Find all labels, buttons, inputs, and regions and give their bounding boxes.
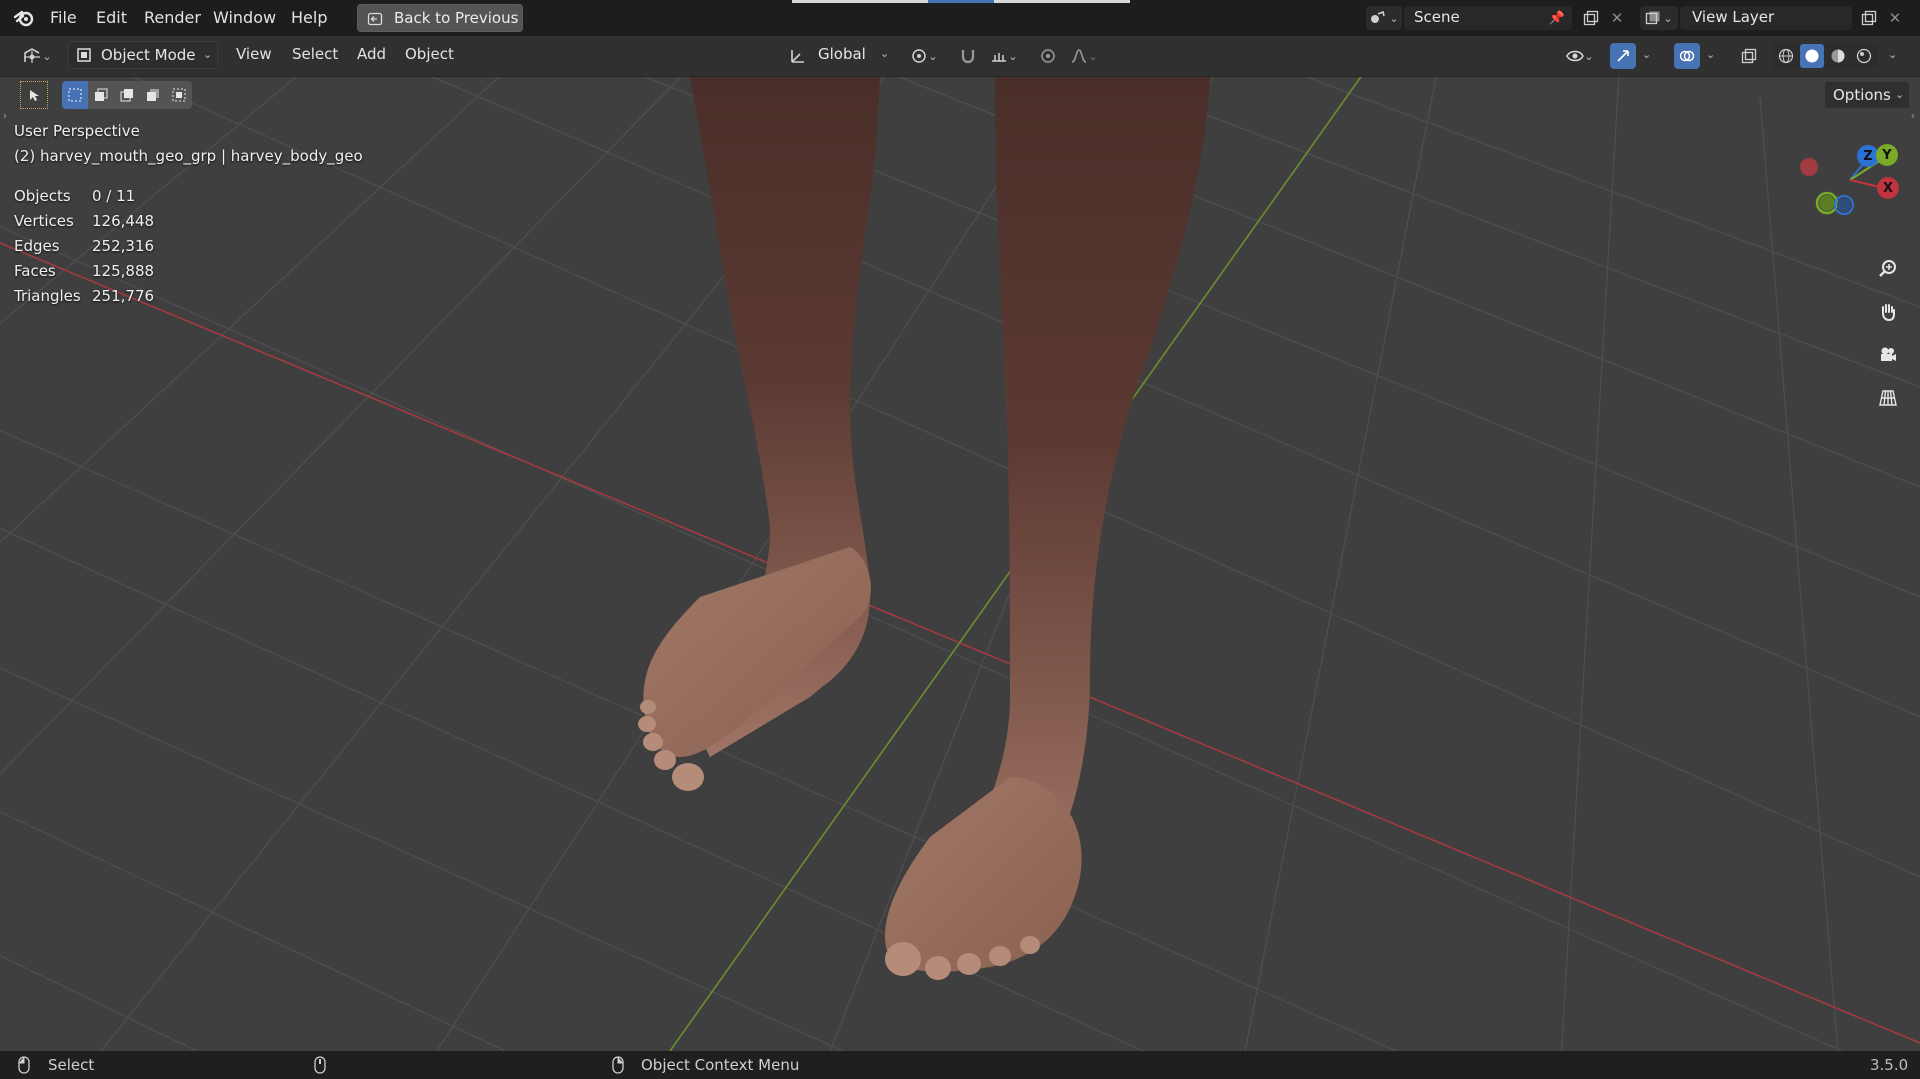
camera-view-icon[interactable] [1873,340,1903,370]
menu-edit[interactable]: Edit [96,8,127,27]
stat-objects-label: Objects [14,187,71,205]
blender-version-label: 3.5.0 [1870,1056,1909,1074]
active-workspace-indicator [928,0,994,3]
stat-faces-value: 125,888 [92,262,155,280]
new-view-layer-icon[interactable] [1856,6,1882,30]
pivot-point-icon[interactable]: ⌄ [904,44,944,68]
object-mode-label: Object Mode [101,46,196,64]
pan-hand-icon[interactable] [1873,297,1903,327]
select-extend-icon[interactable] [88,81,114,109]
wireframe-shading-icon[interactable] [1774,44,1798,68]
gizmo-z-label: Z [1863,148,1873,164]
shading-dropdown-icon[interactable]: ⌄ [1888,48,1897,61]
view-perspective-label: User Perspective [14,122,140,140]
mouse-middle-icon [312,1054,328,1076]
stat-edges-value: 252,316 [92,237,155,255]
pin-icon[interactable]: 📌 [1548,9,1566,27]
scene-name: Scene [1414,8,1460,26]
back-to-previous-label: Back to Previous [394,9,519,27]
mouse-right-icon [610,1054,626,1076]
transform-orientation-icon[interactable] [786,44,810,68]
proportional-editing-icon[interactable] [1034,44,1062,68]
options-dropdown[interactable]: Options ⌄ [1824,81,1910,109]
gizmo-toggle-icon[interactable] [1610,43,1636,69]
menu-file[interactable]: File [50,8,77,27]
stat-triangles-value: 251,776 [92,287,155,305]
select-subtract-icon[interactable] [114,81,140,109]
chevron-down-icon: ⌄ [1895,88,1905,101]
stat-vertices-value: 126,448 [92,212,155,230]
status-context-menu-label: Object Context Menu [641,1056,800,1074]
xray-toggle-icon[interactable] [1736,43,1762,69]
view-layer-type-icon[interactable]: ⌄ [1640,6,1678,30]
3d-viewport[interactable]: Options ⌄ User Perspective (2) harvey_mo… [0,77,1920,1051]
gizmo-x-axis[interactable]: X [1877,177,1899,199]
menu-render[interactable]: Render [144,8,201,27]
scene-type-icon[interactable]: ⌄ [1366,6,1402,30]
overlays-toggle-icon[interactable] [1674,43,1700,69]
material-preview-icon[interactable] [1826,44,1850,68]
viewport-header: ⌄ Object Mode ⌄ View Select Add Object G… [0,36,1920,77]
header-menu-add[interactable]: Add [357,45,386,63]
rendered-shading-icon[interactable] [1852,44,1876,68]
select-intersect-icon[interactable] [166,81,192,109]
editor-type-icon[interactable]: ⌄ [16,44,58,68]
header-menu-view[interactable]: View [236,45,272,63]
snap-target-icon[interactable]: ⌄ [984,44,1024,68]
options-label: Options [1833,86,1891,104]
header-menu-select[interactable]: Select [292,45,338,63]
select-difference-icon[interactable] [140,81,166,109]
solid-shading-icon[interactable] [1800,44,1824,68]
back-arrow-icon [366,10,384,28]
select-tool-icon[interactable] [20,81,48,109]
transform-orientation-label: Global [818,45,866,63]
mouse-left-icon [16,1054,32,1076]
stat-faces-label: Faces [14,262,56,280]
toolbar-expand-icon[interactable]: › [0,105,10,125]
stat-triangles-label: Triangles [14,287,81,305]
snap-toggle-icon[interactable] [954,44,982,68]
blender-logo-icon[interactable] [12,6,36,30]
scene-name-field[interactable]: Scene 📌 [1404,6,1572,30]
transform-orientation-dropdown[interactable]: Global ⌄ [812,41,894,69]
zoom-icon[interactable] [1873,254,1903,284]
gizmo-y-axis[interactable]: Y [1876,144,1898,166]
gizmo-x-label: X [1882,180,1894,196]
top-menu-bar: File Edit Render Window Help Back to Pre… [0,0,1920,36]
object-mode-icon [75,46,93,64]
chevron-down-icon: ⌄ [203,48,213,61]
stat-vertices-label: Vertices [14,212,74,230]
select-new-icon[interactable] [62,81,88,109]
status-select-label: Select [48,1056,95,1074]
view-layer-name-field[interactable]: View Layer [1680,6,1852,30]
viewport-grid [0,77,1920,1051]
overlays-dropdown-icon[interactable]: ⌄ [1706,48,1715,61]
remove-view-layer-icon[interactable]: ✕ [1884,6,1906,30]
new-scene-icon[interactable] [1578,6,1604,30]
gizmo-y-label: Y [1882,147,1892,163]
back-to-previous-button[interactable]: Back to Previous [357,4,523,32]
character-legs-model[interactable] [638,77,1210,980]
sidebar-expand-icon[interactable]: ‹ [1908,105,1918,125]
chevron-down-icon: ⌄ [880,47,890,60]
object-mode-dropdown[interactable]: Object Mode ⌄ [68,41,218,69]
menu-window[interactable]: Window [213,8,276,27]
menu-help[interactable]: Help [291,8,327,27]
active-collection-label: (2) harvey_mouth_geo_grp | harvey_body_g… [14,147,363,165]
perspective-toggle-icon[interactable] [1873,383,1903,413]
view-layer-name: View Layer [1692,8,1775,26]
falloff-icon[interactable]: ⌄ [1064,44,1104,68]
stat-edges-label: Edges [14,237,60,255]
header-menu-object[interactable]: Object [405,45,454,63]
select-mode-group [62,81,196,109]
remove-scene-icon[interactable]: ✕ [1606,6,1628,30]
object-visibility-icon[interactable]: ⌄ [1560,44,1600,68]
gizmo-dropdown-icon[interactable]: ⌄ [1642,48,1651,61]
status-bar: Select Object Context Menu 3.5.0 [0,1051,1920,1079]
shading-mode-group [1772,43,1878,69]
stat-objects-value: 0 / 11 [92,187,136,205]
scene-statistics: Objects 0 / 11 Vertices 126,448 Edges 25… [0,187,200,317]
